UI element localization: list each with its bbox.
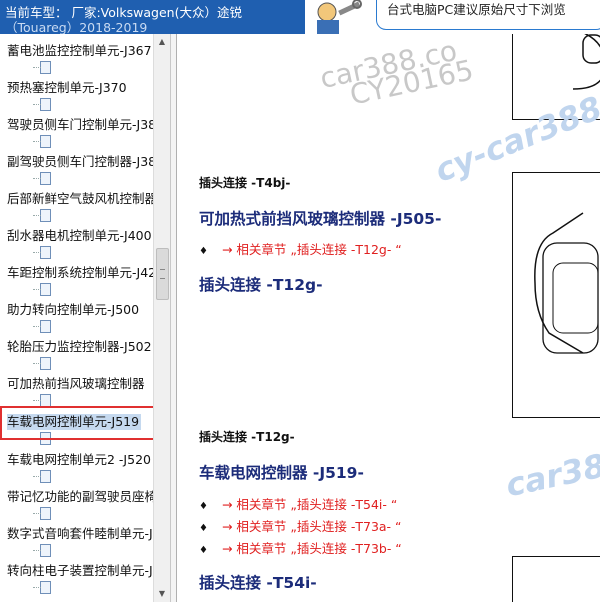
tree-scrollbar[interactable]: ▲ ▼ — [153, 34, 170, 602]
tree-item[interactable]: 轮胎压力监控控制器-J502 — [0, 339, 153, 376]
tree-item[interactable]: 驾驶员侧车门控制单元-J386 — [0, 117, 153, 154]
document-icon — [33, 135, 51, 148]
section-heading-j519: 车载电网控制器 -J519- — [199, 464, 364, 482]
tree-item[interactable]: 车载电网控制单元2 -J520 — [0, 452, 153, 489]
document-icon — [33, 507, 51, 520]
vehicle-line-1: 当前车型： 厂家:Volkswagen(大众）途锐 — [5, 5, 242, 20]
scroll-up-icon[interactable]: ▲ — [154, 34, 170, 50]
tree-item[interactable]: 预热塞控制单元-J370 — [0, 80, 153, 117]
section-heading-t12g: 插头连接 -T12g- — [199, 276, 323, 294]
tree-item-label: 轮胎压力监控控制器-J502 — [7, 339, 152, 354]
document-icon — [33, 320, 51, 333]
pane-splitter[interactable] — [170, 34, 177, 602]
bullet-icon: ♦ — [199, 545, 208, 556]
tree-item[interactable]: 副驾驶员侧车门控制器-J387 — [0, 154, 153, 191]
document-icon — [33, 581, 51, 594]
watermark-text: car388 — [502, 441, 600, 505]
section-heading-t54i: 插头连接 -T54i- — [199, 574, 317, 592]
tree-item[interactable]: 刮水器电机控制单元-J400 — [0, 228, 153, 265]
tree-item-label: 可加热前挡风玻璃控制器 — [7, 376, 145, 391]
selection-highlight-box — [0, 406, 168, 440]
document-icon — [33, 470, 51, 483]
reference-link-t12g[interactable]: ♦ → 相关章节 „插头连接 -T12g- “ — [199, 239, 402, 258]
browse-size-notice: 台式电脑PC建议原始尺寸下浏览 — [376, 0, 600, 30]
tree-item-label: 蓄电池监控控制单元-J367 — [7, 43, 152, 58]
tree-item-label: 刮水器电机控制单元-J400 — [7, 228, 152, 243]
reference-text[interactable]: → 相关章节 „插头连接 -T73a- “ — [222, 519, 402, 534]
tree-item[interactable]: 数字式音响套件睦制单元-J525 — [0, 526, 153, 563]
tree-item[interactable]: 助力转向控制单元-J500 — [0, 302, 153, 339]
bullet-icon: ♦ — [199, 501, 208, 512]
tree-item[interactable]: 蓄电池监控控制单元-J367 — [0, 43, 153, 80]
watermark-text: car388.co — [317, 34, 460, 96]
reference-link-t54i[interactable]: ♦ → 相关章节 „插头连接 -T54i- “ — [199, 494, 397, 513]
tree-item-label: 预热塞控制单元-J370 — [7, 80, 127, 95]
tree-item[interactable]: 后部新鲜空气鼓风机控制器 — [0, 191, 153, 228]
current-vehicle-info: 当前车型： 厂家:Volkswagen(大众）途锐 （Touareg）2018-… — [0, 0, 305, 34]
document-icon — [33, 357, 51, 370]
document-icon — [33, 283, 51, 296]
tree-item-label: 转向柱电子装置控制单元-J527 — [7, 563, 153, 578]
reference-link-t73b[interactable]: ♦ → 相关章节 „插头连接 -T73b- “ — [199, 538, 402, 557]
scroll-thumb[interactable] — [156, 248, 169, 300]
component-tree: 蓄电池监控控制单元-J367 预热塞控制单元-J370 驾驶员侧车门控制单元-J… — [0, 34, 153, 602]
document-icon — [33, 209, 51, 222]
reference-text[interactable]: → 相关章节 „插头连接 -T73b- “ — [222, 541, 402, 556]
watermark-text: CY20165 — [346, 53, 477, 112]
tree-item[interactable]: 带记忆功能的副驾驶员座椅 — [0, 489, 153, 526]
tree-item-label: 副驾驶员侧车门控制器-J387 — [7, 154, 153, 169]
top-header: 当前车型： 厂家:Volkswagen(大众）途锐 （Touareg）2018-… — [0, 0, 600, 34]
document-icon — [33, 98, 51, 111]
section-heading-j505: 可加热式前挡风玻璃控制器 -J505- — [199, 210, 442, 228]
document-icon — [33, 172, 51, 185]
connector-label-t12g: 插头连接 -T12g- — [199, 430, 295, 444]
connector-diagram-top — [512, 34, 600, 120]
tree-item-label: 后部新鲜空气鼓风机控制器 — [7, 191, 153, 206]
tree-item-label: 车距控制系统控制单元-J428 — [7, 265, 153, 280]
reference-text[interactable]: → 相关章节 „插头连接 -T54i- “ — [222, 497, 397, 512]
bullet-icon: ♦ — [199, 523, 208, 534]
connector-diagram-bottom — [512, 556, 600, 602]
document-icon — [33, 544, 51, 557]
document-icon — [33, 61, 51, 74]
reference-link-t73a[interactable]: ♦ → 相关章节 „插头连接 -T73a- “ — [199, 516, 402, 535]
tree-item[interactable]: 车距控制系统控制单元-J428 — [0, 265, 153, 302]
document-content: 插头连接 -T4bj- 可加热式前挡风玻璃控制器 -J505- ♦ → 相关章节 … — [177, 34, 600, 602]
connector-label-t4bj: 插头连接 -T4bj- — [199, 176, 291, 190]
vehicle-line-2: （Touareg）2018-2019 — [5, 20, 148, 34]
bullet-icon: ♦ — [199, 246, 208, 257]
scroll-down-icon[interactable]: ▼ — [154, 586, 170, 602]
tree-item-label: 助力转向控制单元-J500 — [7, 302, 140, 317]
tree-item-label: 驾驶员侧车门控制单元-J386 — [7, 117, 153, 132]
tree-item-label: 带记忆功能的副驾驶员座椅 — [7, 489, 153, 504]
tree-item-label: 数字式音响套件睦制单元-J525 — [7, 526, 153, 541]
reference-text[interactable]: → 相关章节 „插头连接 -T12g- “ — [222, 242, 402, 257]
tree-item[interactable]: 转向柱电子装置控制单元-J527 — [0, 563, 153, 600]
mechanic-logo-icon — [305, 0, 375, 34]
tree-item-label: 车载电网控制单元2 -J520 — [7, 452, 151, 467]
document-icon — [33, 246, 51, 259]
connector-diagram-middle — [512, 172, 600, 418]
